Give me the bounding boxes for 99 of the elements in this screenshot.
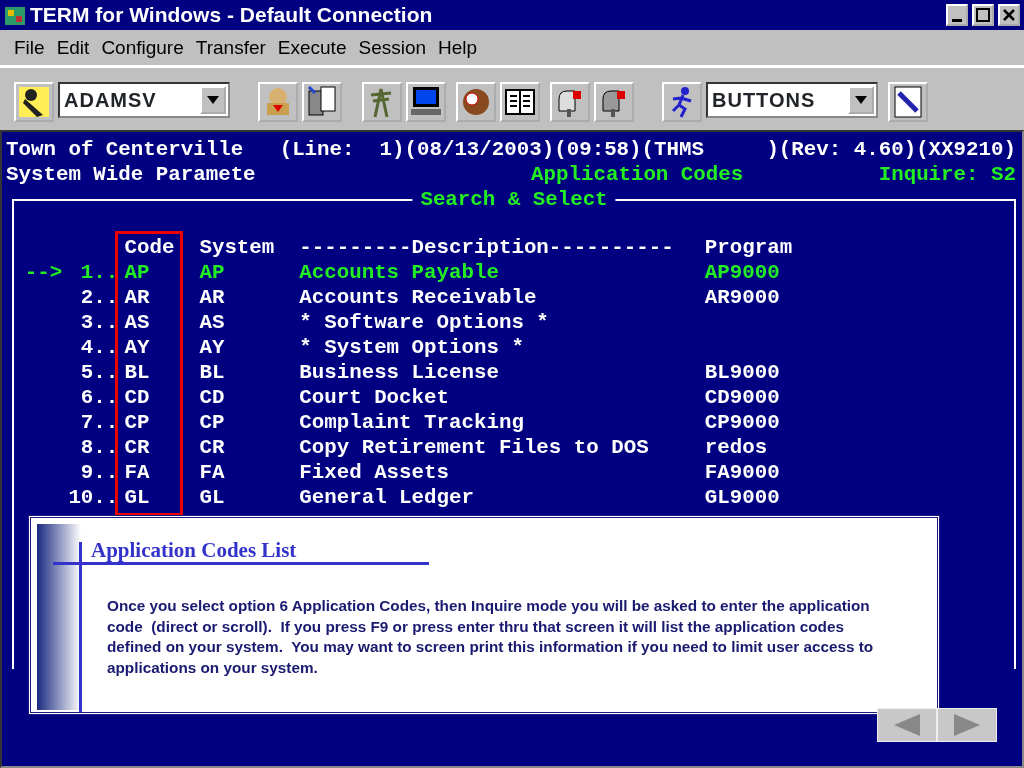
description-cell-text: * System Options * [299, 335, 525, 360]
menu-item[interactable]: Edit [50, 36, 96, 59]
caret-icon [855, 96, 867, 104]
dropdown-field[interactable]: ADAMSV [58, 82, 230, 118]
program-cell: CD9000 [704, 385, 780, 410]
close-button[interactable] [998, 4, 1020, 26]
dropdown-value: ADAMSV [64, 88, 157, 112]
program-cell: AR9000 [704, 285, 780, 310]
dropdown-button[interactable] [848, 86, 874, 114]
row-number[interactable]: 8.. [62, 435, 119, 460]
callout-text: Once you select option 6 Application Codes, then Inquire mode you will be asked to enter the application code (direct or scroll). If you press F9 or press enter thru that screen it will list the application codes defined on your system. You may want to screen print this information if you need to limit user access to applications on your system. [107, 596, 875, 678]
column-header: System [199, 235, 276, 260]
window-title: TERM for Windows - Default Connection [30, 3, 433, 27]
code-cell-text: CP [124, 410, 151, 435]
program-cell: CP9000 [704, 410, 780, 435]
row-number[interactable]: 2.. [62, 285, 119, 310]
description-cell-text: Court Docket [299, 385, 450, 410]
mailbox-button[interactable] [550, 82, 590, 122]
computer-button[interactable] [406, 82, 446, 122]
menu-item[interactable]: Session [352, 36, 433, 59]
system-cell-text: AP [199, 260, 226, 285]
terminal-text: System Wide Paramete [6, 162, 256, 187]
menu-item[interactable]: Configure [95, 36, 190, 59]
terminal-text: Town of Centerville [6, 137, 244, 162]
description-cell-text: Business License [299, 360, 500, 385]
description-cell-text: Accounts Payable [299, 260, 500, 285]
row-number[interactable]: 3.. [62, 310, 119, 335]
row-number[interactable]: 4.. [62, 335, 119, 360]
close-icon [1001, 7, 1017, 23]
minimize-icon [952, 18, 962, 22]
next-button[interactable] [937, 708, 997, 742]
code-cell-text: BL [124, 360, 151, 385]
description-cell-text: Copy Retirement Files to DOS [299, 435, 650, 460]
documents-button[interactable] [302, 82, 342, 122]
pen-button[interactable] [888, 82, 928, 122]
program-cell: GL9000 [704, 485, 780, 510]
mode-label: Inquire: S2 [878, 162, 1016, 187]
row-number[interactable]: 6.. [62, 385, 119, 410]
caret-icon [207, 96, 219, 104]
program-cell: FA9000 [704, 460, 780, 485]
row-number[interactable]: 9.. [62, 460, 119, 485]
person-button[interactable] [14, 82, 54, 122]
code-cell-text: AP [124, 260, 151, 285]
menu-item[interactable]: Execute [271, 36, 353, 59]
code-cell-text: AY [124, 335, 151, 360]
description-cell-text: Complaint Tracking [299, 410, 525, 435]
column-header: Code [124, 235, 176, 260]
menu-item[interactable]: Transfer [189, 36, 272, 59]
system-cell-text: CD [199, 385, 226, 410]
description-cell-text: Accounts Receivable [299, 285, 538, 310]
book-button[interactable] [500, 82, 540, 122]
app-icon [4, 4, 26, 26]
code-cell-text: GL [124, 485, 151, 510]
menu-item[interactable]: Help [432, 36, 484, 59]
system-cell-text: CR [199, 435, 226, 460]
system-cell-text: AS [199, 310, 226, 335]
person-icon [17, 85, 51, 119]
screen-title: Application Codes [531, 162, 744, 187]
row-number[interactable]: 5.. [62, 360, 119, 385]
row-number[interactable]: 7.. [62, 410, 119, 435]
minimize-button[interactable] [946, 4, 968, 26]
program-cell: BL9000 [704, 360, 780, 385]
program-cell: AP9000 [704, 260, 780, 285]
program-cell: redos [704, 435, 768, 460]
runner-button[interactable] [662, 82, 702, 122]
code-cell-text: FA [124, 460, 151, 485]
right-triangle-icon [952, 713, 982, 737]
column-header: Program [704, 235, 793, 260]
code-cell-text: AS [124, 310, 151, 335]
previous-button[interactable] [877, 708, 937, 742]
maximize-icon [975, 7, 991, 23]
code-cell-text: CD [124, 385, 151, 410]
mailbox-button[interactable] [594, 82, 634, 122]
system-cell-text: BL [199, 360, 226, 385]
row-number[interactable]: 1.. [62, 260, 119, 285]
dropdown-button[interactable] [200, 86, 226, 114]
system-cell-text: CP [199, 410, 226, 435]
code-cell-text: AR [124, 285, 151, 310]
system-cell-text: GL [199, 485, 226, 510]
system-cell-text: AR [199, 285, 226, 310]
left-triangle-icon [892, 713, 922, 737]
row-number[interactable]: 10.. [62, 485, 119, 510]
documents-icon [305, 85, 339, 119]
description-cell-text: * Software Options * [299, 310, 550, 335]
system-cell-text: AY [199, 335, 226, 360]
pen-icon [891, 85, 925, 119]
menu-item[interactable]: File [8, 36, 51, 59]
code-cell-text: CR [124, 435, 151, 460]
terminal-text: (Line: 1)(08/13/2003)(09:58)(THMS )(Rev: 4.60)(XX9210) [279, 137, 1016, 162]
antenna-button[interactable] [362, 82, 402, 122]
description-cell-text: General Ledger [299, 485, 475, 510]
description-cell-text: Fixed Assets [299, 460, 450, 485]
cursor-arrow: --> [24, 260, 63, 285]
callout-title: Application Codes List [91, 538, 297, 563]
dropdown-value: BUTTONS [712, 88, 816, 112]
column-header: ---------Description---------- [299, 235, 675, 260]
system-cell-text: FA [199, 460, 226, 485]
dropdown-field[interactable]: BUTTONS [706, 82, 878, 118]
maximize-button[interactable] [972, 4, 994, 26]
